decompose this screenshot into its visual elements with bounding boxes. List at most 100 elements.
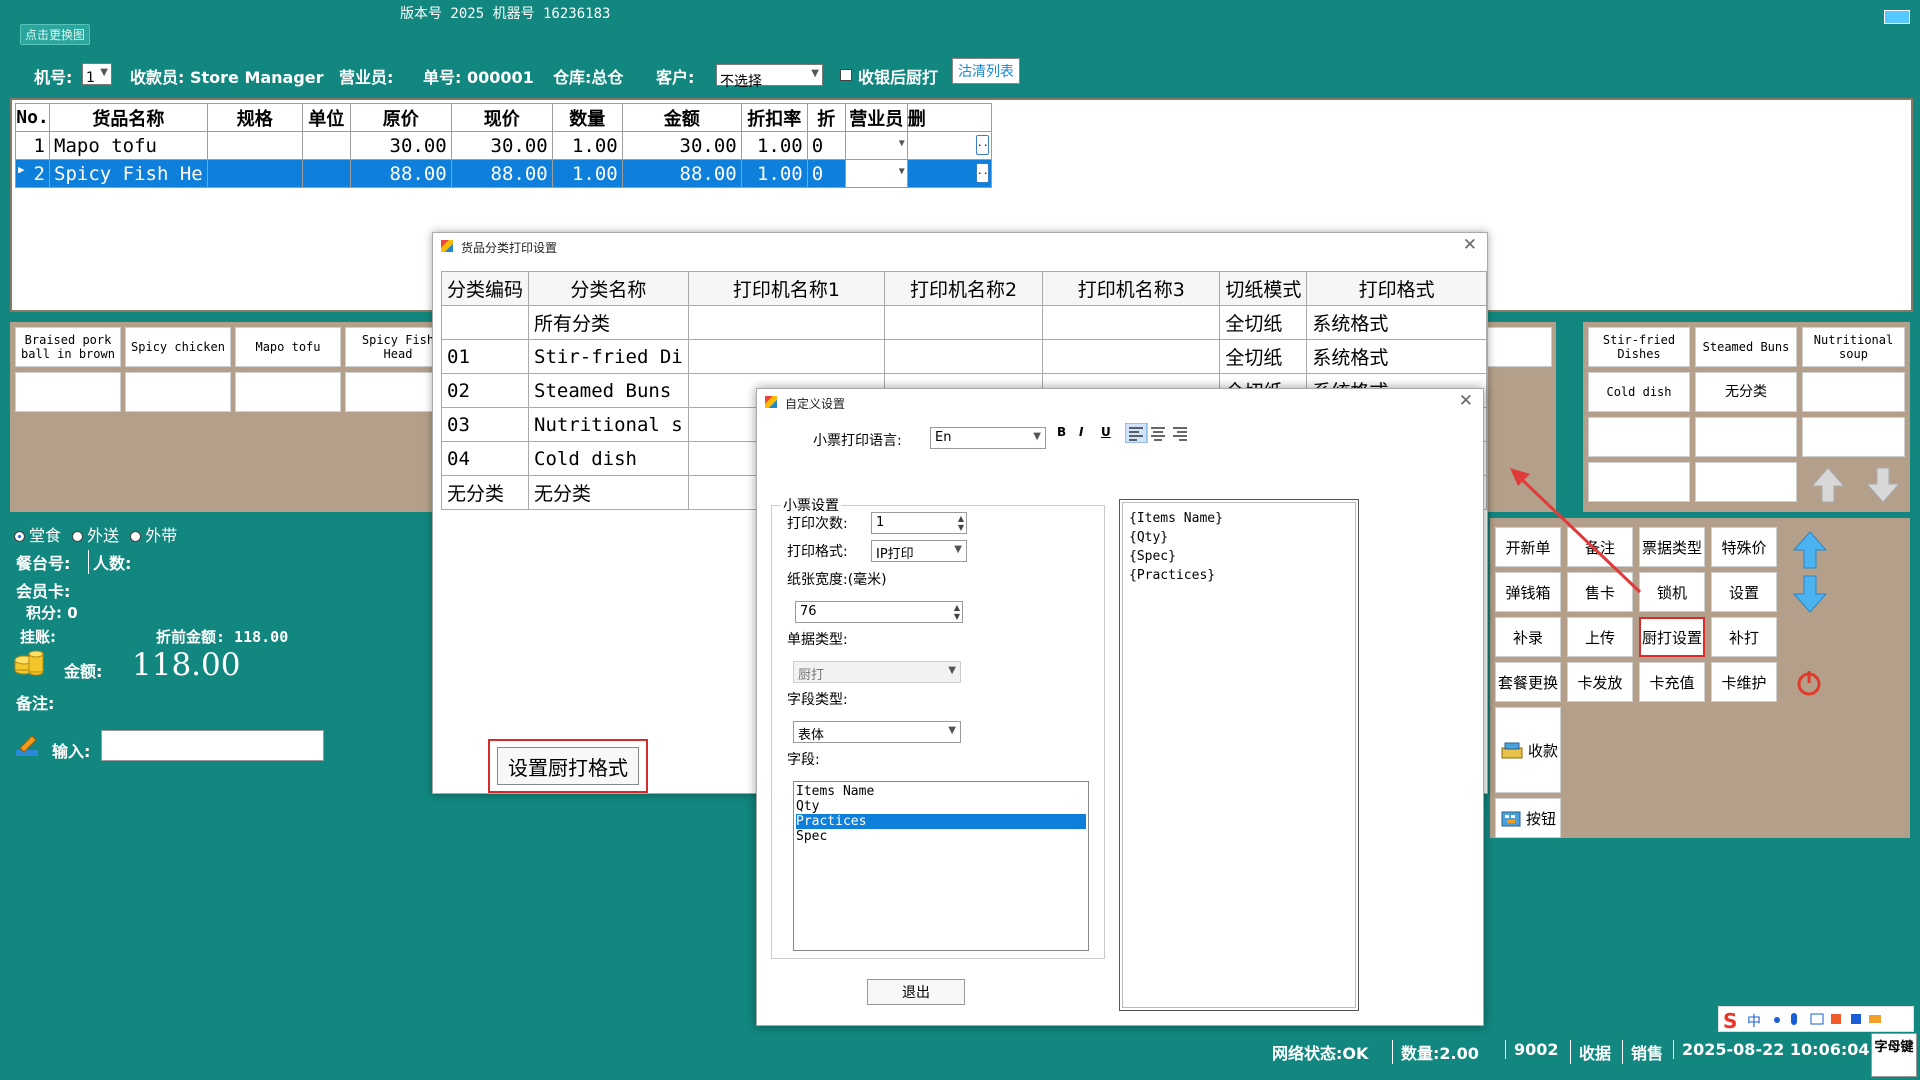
cell-printer2[interactable] — [884, 305, 1044, 340]
underline-button[interactable]: U — [1101, 425, 1111, 439]
arrow-down-icon[interactable] — [1865, 466, 1901, 504]
delete-row-button[interactable]: .. — [975, 163, 989, 183]
cell-cut[interactable]: 全切纸 — [1219, 339, 1308, 374]
print-format-select[interactable]: IP打印 ▼ — [871, 540, 967, 562]
product-tile[interactable]: Mapo tofu — [235, 327, 341, 367]
product-tile-empty[interactable] — [125, 372, 231, 412]
category-tile[interactable]: Steamed Buns — [1695, 327, 1797, 367]
exit-button[interactable]: 退出 — [867, 979, 965, 1005]
kitchen-after-checkout-checkbox[interactable] — [840, 69, 852, 81]
product-tile[interactable]: Spicy chicken — [125, 327, 231, 367]
arrow-up-icon[interactable] — [1792, 530, 1828, 570]
table-row[interactable]: 01 Stir-fried Di 全切纸 系统格式 — [440, 339, 1487, 374]
receipt-preview-text[interactable]: {Items Name} {Qty} {Spec} {Practices} — [1122, 502, 1356, 1008]
row-pointer-icon: ▶ — [18, 162, 25, 176]
category-tile[interactable]: Stir-fried Dishes — [1588, 327, 1690, 367]
cell-printer2[interactable] — [884, 339, 1044, 374]
cell-format[interactable]: 系统格式 — [1306, 305, 1487, 340]
cell-printer1[interactable] — [687, 339, 886, 374]
checkout-button[interactable]: 收款 — [1495, 707, 1561, 793]
edit-pencil-icon — [14, 732, 40, 758]
cell-salesman[interactable]: ▼ — [844, 159, 908, 188]
change-logo-button[interactable]: 点击更换图 — [20, 24, 91, 45]
cell-code: 04 — [440, 441, 530, 476]
spinner-icon[interactable]: ▲ ▼ — [954, 603, 960, 621]
table-row[interactable]: 1 Mapo tofu 30.00 30.00 1.00 30.00 1.00 … — [15, 131, 992, 160]
delete-row-button[interactable]: .. — [975, 135, 989, 155]
paper-width-stepper[interactable]: 76 ▲ ▼ — [795, 601, 963, 623]
backfill-button[interactable]: 补录 — [1495, 617, 1561, 657]
card-issue-button[interactable]: 卡发放 — [1567, 662, 1633, 702]
cell-code — [440, 305, 530, 340]
cell-name: Mapo tofu — [49, 131, 208, 160]
table-row[interactable]: ▶ 2 Spicy Fish He 88.00 88.00 1.00 88.00 … — [15, 159, 992, 188]
spinner-icon[interactable]: ▲ ▼ — [958, 514, 964, 532]
ime-toolbar[interactable]: S中 — [1718, 1006, 1914, 1033]
checkout-label: 收款 — [1528, 741, 1559, 760]
list-item[interactable]: Items Name — [796, 784, 1086, 799]
col-header: 打印格式 — [1306, 271, 1487, 306]
cell-printer3[interactable] — [1042, 339, 1221, 374]
category-tile[interactable]: Nutritional soup — [1802, 327, 1905, 367]
delivery-radio[interactable] — [72, 531, 84, 542]
fields-list[interactable]: Items Name Qty Practices Spec — [793, 781, 1089, 951]
window-minimize-icon[interactable] — [1884, 10, 1910, 24]
kitchen-print-settings-button[interactable]: 厨打设置 — [1639, 617, 1705, 657]
card-recharge-button[interactable]: 卡充值 — [1639, 662, 1705, 702]
cell-printer1[interactable] — [687, 305, 886, 340]
cell-format[interactable]: 系统格式 — [1306, 339, 1487, 374]
category-tile-empty[interactable] — [1695, 462, 1797, 502]
chevron-down-icon: ▼ — [948, 665, 956, 676]
italic-button[interactable]: I — [1079, 425, 1083, 439]
upload-button[interactable]: 上传 — [1567, 617, 1633, 657]
cell-salesman[interactable]: ▼ — [844, 131, 908, 160]
category-tile[interactable]: 无分类 — [1695, 372, 1797, 412]
print-times-stepper[interactable]: 1 ▲ ▼ — [871, 512, 967, 534]
arrow-down-icon[interactable] — [1792, 574, 1828, 614]
power-icon[interactable] — [1794, 668, 1824, 698]
receipt-language-select[interactable]: En ▼ — [930, 427, 1046, 449]
dine-in-radio[interactable] — [14, 531, 25, 542]
doc-type-select[interactable]: 厨打 ▼ — [793, 661, 961, 683]
field-type-select[interactable]: 表体 ▼ — [793, 721, 961, 743]
reprint-button[interactable]: 补打 — [1711, 617, 1777, 657]
close-icon[interactable]: ✕ — [1459, 391, 1473, 411]
bold-button[interactable]: B — [1057, 425, 1066, 439]
clear-list-button[interactable]: 沽清列表 — [952, 58, 1020, 84]
cell-printer3[interactable] — [1042, 305, 1221, 340]
arrow-up-icon[interactable] — [1810, 466, 1846, 504]
product-tile[interactable]: Braised pork ball in brown — [15, 327, 121, 367]
keys-button[interactable]: 按钮 — [1495, 798, 1561, 838]
receipt-preview-box[interactable]: {Items Name} {Qty} {Spec} {Practices} — [1119, 499, 1359, 1011]
ime-mode-key[interactable]: 字母键 — [1871, 1033, 1917, 1077]
machine-select[interactable]: 1 ▼ — [82, 63, 112, 86]
settings-button[interactable]: 设置 — [1711, 572, 1777, 612]
special-price-button[interactable]: 特殊价 — [1711, 527, 1777, 567]
takeaway-radio[interactable] — [130, 531, 142, 542]
customer-select[interactable]: 不选择 ▼ — [716, 64, 823, 90]
product-tile-empty[interactable] — [1486, 327, 1552, 367]
category-tile[interactable]: Cold dish — [1588, 372, 1690, 412]
combo-change-button[interactable]: 套餐更换 — [1495, 662, 1561, 702]
category-tile-empty[interactable] — [1802, 417, 1905, 457]
category-tile-empty[interactable] — [1802, 372, 1905, 412]
product-tile-empty[interactable] — [235, 372, 341, 412]
close-icon[interactable]: ✕ — [1463, 235, 1477, 255]
category-tile-empty[interactable] — [1588, 417, 1690, 457]
machine-label: 机号: — [34, 68, 73, 87]
text-align-icons[interactable] — [1125, 423, 1193, 443]
cell-unit — [301, 159, 351, 188]
cell-cut[interactable]: 全切纸 — [1219, 305, 1308, 340]
list-item[interactable]: Spec — [796, 829, 1086, 844]
list-item[interactable]: Qty — [796, 799, 1086, 814]
dialog-titlebar: 货品分类打印设置 ✕ — [433, 233, 1487, 259]
barcode-input[interactable] — [101, 730, 324, 761]
card-maintain-button[interactable]: 卡维护 — [1711, 662, 1777, 702]
col-header: No. — [15, 103, 50, 132]
product-tile-empty[interactable] — [15, 372, 121, 412]
category-tile-empty[interactable] — [1695, 417, 1797, 457]
table-row[interactable]: 所有分类 全切纸 系统格式 — [440, 305, 1487, 340]
set-kitchen-format-button[interactable]: 设置厨打格式 — [497, 747, 639, 785]
cell-code: 03 — [440, 407, 530, 442]
list-item[interactable]: Practices — [796, 814, 1086, 829]
